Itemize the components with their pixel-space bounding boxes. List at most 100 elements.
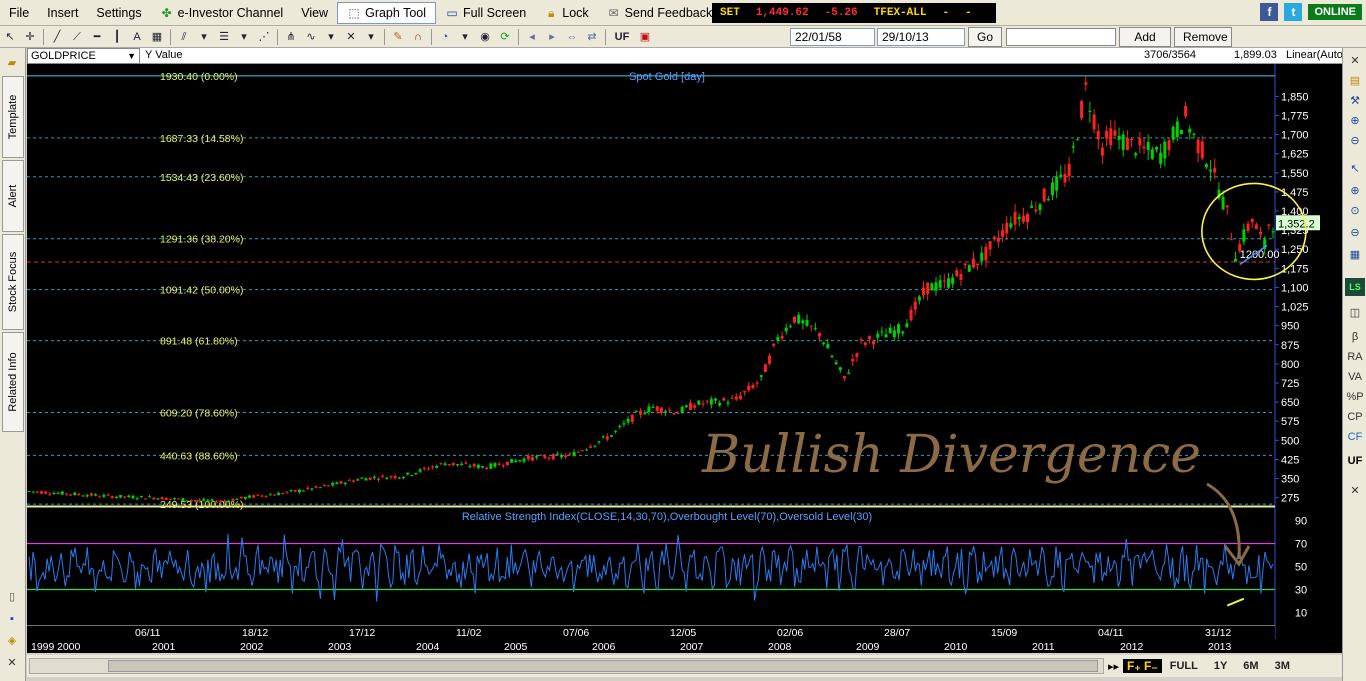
date-to-input[interactable]: 29/10/13 xyxy=(877,27,965,46)
twitter-icon[interactable]: t xyxy=(1284,3,1303,21)
text-tool-icon[interactable]: A xyxy=(128,28,146,46)
dropdown-icon[interactable]: ▾ xyxy=(362,28,380,46)
facebook-icon[interactable]: f xyxy=(1260,3,1279,21)
menu-einvestor[interactable]: ✤ e-Investor Channel xyxy=(151,2,293,24)
folder-icon[interactable]: ▰ xyxy=(2,54,22,72)
ray-icon[interactable]: ⟋ xyxy=(68,28,86,46)
dropdown-icon[interactable]: ▾ xyxy=(235,28,253,46)
price-candle xyxy=(809,325,813,327)
horizontal-line-icon[interactable]: ━ xyxy=(88,28,106,46)
clock-icon[interactable]: ◔ xyxy=(436,28,454,46)
filter-plus-icon[interactable]: F₊ F₋ xyxy=(1123,659,1162,673)
template-icon[interactable]: ▤ xyxy=(1345,72,1365,90)
time-scrollbar[interactable] xyxy=(29,658,1104,674)
palette-icon[interactable]: ◉ xyxy=(476,28,494,46)
cf-button[interactable]: CF xyxy=(1345,428,1365,446)
calendar-icon[interactable]: ▣ xyxy=(636,28,654,46)
pitchfork-icon[interactable]: ⋔ xyxy=(282,28,300,46)
magnify-icon[interactable]: ⊙ xyxy=(1345,202,1365,220)
pointer-icon[interactable]: ↖ xyxy=(1,28,19,46)
cursor-icon[interactable]: ↖ xyxy=(1345,160,1365,178)
symbol-select[interactable]: GOLDPRICE ▼ xyxy=(27,48,140,64)
uf-side-button[interactable]: UF xyxy=(1345,452,1365,470)
date-from-input[interactable]: 22/01/58 xyxy=(790,27,875,46)
vertical-line-icon[interactable]: ┃ xyxy=(108,28,126,46)
menu-lock[interactable]: 🔒︎ Lock xyxy=(535,2,597,24)
price-chart[interactable]: 275 350 425 500 575 650 725 800 875 950 1,025 1,100… xyxy=(27,64,1342,653)
remove-button[interactable]: Remove xyxy=(1174,26,1233,47)
dropdown-icon[interactable]: ▾ xyxy=(456,28,474,46)
refresh-icon[interactable]: ⟳ xyxy=(496,28,514,46)
close-icon[interactable]: ✕ xyxy=(2,654,22,672)
va-button[interactable]: VA xyxy=(1345,368,1365,386)
price-candle xyxy=(235,498,239,500)
close-chart-icon[interactable]: ✕ xyxy=(1345,52,1365,70)
y-tick-label: 575 xyxy=(1281,416,1299,428)
price-candle xyxy=(35,491,39,493)
magnet-icon[interactable]: ∩ xyxy=(409,28,427,46)
dropdown-icon[interactable]: ▾ xyxy=(195,28,213,46)
ra-button[interactable]: RA xyxy=(1345,348,1365,366)
zoom-in-icon[interactable]: ⊕ xyxy=(1345,112,1365,130)
menu-view[interactable]: View xyxy=(292,2,337,24)
go-button[interactable]: Go xyxy=(968,26,1003,47)
menu-send-feedback[interactable]: ✉ Send Feedback xyxy=(598,2,722,24)
menu-settings[interactable]: Settings xyxy=(87,2,150,24)
fibonacci-icon[interactable]: ⋰ xyxy=(255,28,273,46)
wave-icon[interactable]: ∿ xyxy=(302,28,320,46)
pencil-icon[interactable]: ✎ xyxy=(389,28,407,46)
close-panel-icon[interactable]: ✕ xyxy=(1345,482,1365,500)
scroll-end-icon[interactable]: ▸▸ xyxy=(1104,660,1123,673)
menu-graph-tool[interactable]: ⬚ Graph Tool xyxy=(337,1,437,24)
tab-template[interactable]: Template xyxy=(2,76,24,158)
line-style-icon[interactable]: ☰ xyxy=(215,28,233,46)
scroll-left-icon[interactable]: ◂ xyxy=(523,28,541,46)
uf-button[interactable]: UF xyxy=(610,28,634,46)
magnify-minus-icon[interactable]: ⊖ xyxy=(1345,224,1365,242)
magnify-plus-icon[interactable]: ⊕ xyxy=(1345,182,1365,200)
crosshair-icon[interactable]: ✛ xyxy=(21,28,39,46)
channel-icon[interactable]: ⫽ xyxy=(175,28,193,46)
indicator-select[interactable] xyxy=(1006,27,1117,46)
save-icon[interactable]: ▪ xyxy=(2,610,22,628)
wrench-icon[interactable]: ⚒ xyxy=(1345,92,1365,110)
year-axis-label: 2005 xyxy=(504,641,528,653)
rsi-tick-label: 50 xyxy=(1295,562,1307,574)
percent-p-button[interactable]: %P xyxy=(1345,388,1365,406)
rsi-tick-label: 30 xyxy=(1295,585,1307,597)
delete-icon[interactable]: ✕ xyxy=(342,28,360,46)
ls-icon[interactable]: LS xyxy=(1345,278,1365,296)
price-candle xyxy=(830,355,834,358)
menu-insert[interactable]: Insert xyxy=(38,2,87,24)
grid-icon[interactable]: ▦ xyxy=(1345,246,1365,264)
range-3m-button[interactable]: 3M xyxy=(1267,660,1298,672)
dropdown-icon[interactable]: ▾ xyxy=(322,28,340,46)
export-icon[interactable]: ◈ xyxy=(2,632,22,650)
menu-file[interactable]: File xyxy=(0,2,38,24)
range-6m-button[interactable]: 6M xyxy=(1235,660,1266,672)
menu-insert-label: Insert xyxy=(47,5,79,20)
scrollbar-thumb[interactable] xyxy=(108,660,1098,672)
cp-button[interactable]: CP xyxy=(1345,408,1365,426)
fib-level-label: 1291.36 (38.20%) xyxy=(160,234,243,246)
beta-button[interactable]: β xyxy=(1345,328,1365,346)
tab-alert[interactable]: Alert xyxy=(2,160,24,232)
zoom-out-icon[interactable]: ⊖ xyxy=(1345,132,1365,150)
new-document-icon[interactable]: ▯ xyxy=(2,588,22,606)
range-full-button[interactable]: FULL xyxy=(1162,660,1206,672)
add-button[interactable]: Add xyxy=(1119,26,1172,47)
trendline-icon[interactable]: ╱ xyxy=(48,28,66,46)
compress-icon[interactable]: ⇄ xyxy=(583,28,601,46)
expand-icon[interactable]: ⇔ xyxy=(563,28,581,46)
tab-related-info[interactable]: Related Info xyxy=(2,332,24,432)
ruler-icon[interactable]: ▦ xyxy=(148,28,166,46)
price-candle xyxy=(901,331,905,334)
tab-template-label: Template xyxy=(7,94,19,140)
scroll-right-icon[interactable]: ▸ xyxy=(543,28,561,46)
chart-area[interactable]: GOLDPRICE ▼ Y Value 3706/3564 1,899.03 Li… xyxy=(27,48,1342,653)
split-icon[interactable]: ◫ xyxy=(1345,304,1365,322)
tab-stock-focus[interactable]: Stock Focus xyxy=(2,234,24,330)
range-1y-button[interactable]: 1Y xyxy=(1206,660,1235,672)
price-candle xyxy=(1084,82,1088,85)
menu-full-screen[interactable]: ▭ Full Screen xyxy=(436,2,535,24)
